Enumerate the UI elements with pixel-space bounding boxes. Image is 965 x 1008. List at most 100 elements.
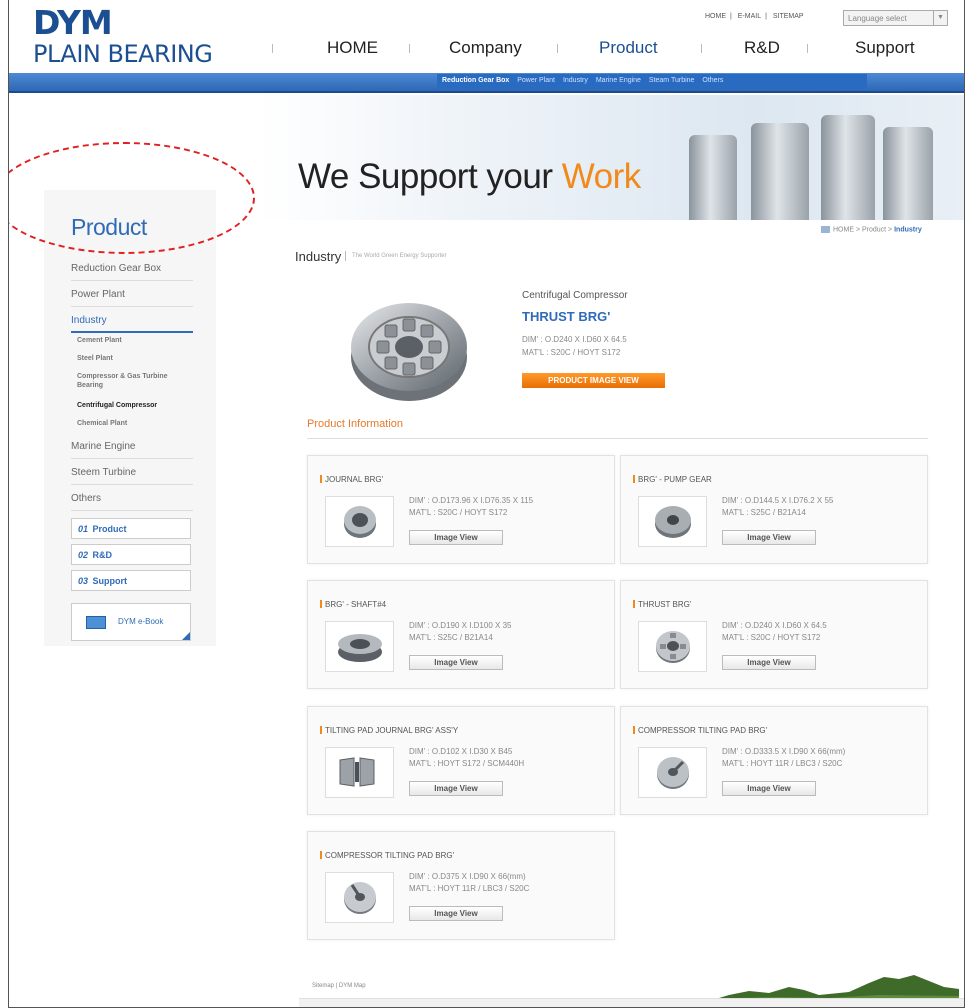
card-material: MAT'L : S25C / B21A14 [722,508,806,517]
card-title: BRG' - PUMP GEAR [633,475,712,484]
subnav-marine-engine[interactable]: Marine Engine [596,77,641,84]
sidebar-item-marine-engine[interactable]: Marine Engine [71,436,193,459]
nav-support[interactable]: Support [855,38,915,58]
image-view-button[interactable]: Image View [409,530,503,545]
cooling-tower-image [883,127,933,220]
nav-rnd[interactable]: R&D [744,38,780,58]
card-title: COMPRESSOR TILTING PAD BRG' [320,851,454,860]
product-card: COMPRESSOR TILTING PAD BRG' DIM' : O.D37… [307,831,615,940]
divider [307,438,928,439]
language-select[interactable]: Language select ▼ [843,10,948,26]
section-divider [345,251,346,261]
utility-links: HOME | E-MAIL | SITEMAP [705,13,804,20]
bearing-thumbnail[interactable] [325,496,394,547]
nav-company[interactable]: Company [449,38,522,58]
product-card: BRG' - SHAFT#4 DIM' : O.D190 X I.D100 X … [307,580,615,689]
product-information-title: Product Information [307,418,403,430]
footer-links[interactable]: Sitemap | DYM Map [312,983,366,989]
sidebar-item-industry[interactable]: Industry [71,310,193,333]
cooling-tower-image [821,115,875,220]
quick-link-number: 03 [78,576,89,586]
bearing-thumbnail[interactable] [325,872,394,923]
quick-link-number: 01 [78,524,89,534]
quick-link-label: R&D [92,550,113,560]
section-subtitle: The World Green Energy Supporter [352,253,447,259]
main-product-dim: DIM' : O.D240 X I.D60 X 64.5 [522,335,627,344]
bearing-thumbnail[interactable] [638,496,707,547]
sidebar-subitem-steel-plant[interactable]: Steel Plant [77,354,113,363]
card-title: TILTING PAD JOURNAL BRG' ASS'Y [320,726,458,735]
ebook-button[interactable]: DYM e-Book [71,603,191,641]
product-card: BRG' - PUMP GEAR DIM' : O.D144.5 X I.D76… [620,455,928,564]
cooling-tower-image [751,123,809,220]
bearing-thumbnail[interactable] [638,621,707,672]
quick-link-product[interactable]: 01 Product [71,518,191,539]
card-material: MAT'L : S20C / HOYT S172 [722,633,821,642]
card-material: MAT'L : HOYT 11R / LBC3 / S20C [722,759,843,768]
bearing-thumbnail[interactable] [325,621,394,672]
card-dim: DIM' : O.D173.96 X I.D76.35 X 115 [409,496,534,505]
util-home-link[interactable]: HOME [705,13,726,20]
subnav-others[interactable]: Others [702,77,723,84]
product-card: TILTING PAD JOURNAL BRG' ASS'Y DIM' : O.… [307,706,615,815]
ebook-label: DYM e-Book [118,617,164,626]
card-title: JOURNAL BRG' [320,475,383,484]
image-view-button[interactable]: Image View [722,530,816,545]
card-dim: DIM' : O.D190 X I.D100 X 35 [409,621,512,630]
sidebar-item-others[interactable]: Others [71,488,193,511]
main-product-name: THRUST BRG' [522,309,611,324]
breadcrumb-current: Industry [894,226,922,234]
subnav-industry[interactable]: Industry [563,77,588,84]
hero-title-accent: Work [561,157,642,196]
image-view-button[interactable]: Image View [722,781,816,796]
logo-subtitle[interactable]: PLAIN BEARING [33,40,213,68]
corner-arrow-icon [182,632,190,640]
nav-home[interactable]: HOME [327,38,378,58]
sidebar-subitem-centrifugal-compressor[interactable]: Centrifugal Compressor [77,401,157,410]
bearing-thumbnail[interactable] [325,747,394,798]
card-dim: DIM' : O.D144.5 X I.D76.2 X 55 [722,496,834,505]
image-view-button[interactable]: Image View [722,655,816,670]
card-dim: DIM' : O.D102 X I.D30 X B45 [409,747,513,756]
sidebar-item-power-plant[interactable]: Power Plant [71,284,193,307]
sidebar-subitem-compressor-gas-turbine[interactable]: Compressor & Gas Turbine Bearing [77,372,189,390]
breadcrumb: HOME > Product > Industry [821,226,922,233]
sidebar-subitem-chemical-plant[interactable]: Chemical Plant [77,419,127,428]
hero-title: We Support your Work [298,157,641,197]
product-card: THRUST BRG' DIM' : O.D240 X I.D60 X 64.5… [620,580,928,689]
product-image-view-button[interactable]: PRODUCT IMAGE VIEW [522,373,665,388]
image-view-button[interactable]: Image View [409,655,503,670]
quick-link-support[interactable]: 03 Support [71,570,191,591]
sidebar-item-steem-turbine[interactable]: Steem Turbine [71,462,193,485]
card-material: MAT'L : S25C / B21A14 [409,633,493,642]
util-email-link[interactable]: E-MAIL [738,13,761,20]
nav-divider [272,44,273,53]
subnav-power-plant[interactable]: Power Plant [517,77,555,84]
subnav-reduction-gear-box[interactable]: Reduction Gear Box [442,77,509,84]
section-title: Industry [295,249,342,264]
bearing-thumbnail[interactable] [638,747,707,798]
quick-link-label: Product [92,524,127,534]
util-sitemap-link[interactable]: SITEMAP [773,13,804,20]
subnav-steam-turbine[interactable]: Steam Turbine [649,77,695,84]
image-view-button[interactable]: Image View [409,906,503,921]
language-select-value: Language select [848,14,907,23]
image-view-button[interactable]: Image View [409,781,503,796]
main-product-material: MAT'L : S20C / HOYT S172 [522,348,621,357]
nav-product[interactable]: Product [599,38,658,58]
card-material: MAT'L : HOYT 11R / LBC3 / S20C [409,884,530,893]
card-dim: DIM' : O.D375 X I.D90 X 66(mm) [409,872,526,881]
footer-bar [299,998,964,1007]
thrust-bearing-image [351,303,467,401]
breadcrumb-path[interactable]: HOME > Product > [833,226,894,233]
nav-divider [409,44,410,53]
monitor-icon [86,616,106,629]
nav-divider [701,44,702,53]
quick-link-rnd[interactable]: 02 R&D [71,544,191,565]
logo[interactable]: DYM [33,6,113,39]
highlight-annotation-oval [9,142,255,254]
card-dim: DIM' : O.D240 X I.D60 X 64.5 [722,621,827,630]
sidebar-subitem-cement-plant[interactable]: Cement Plant [77,336,122,345]
quick-link-number: 02 [78,550,89,560]
sidebar-item-reduction-gear-box[interactable]: Reduction Gear Box [71,258,193,281]
